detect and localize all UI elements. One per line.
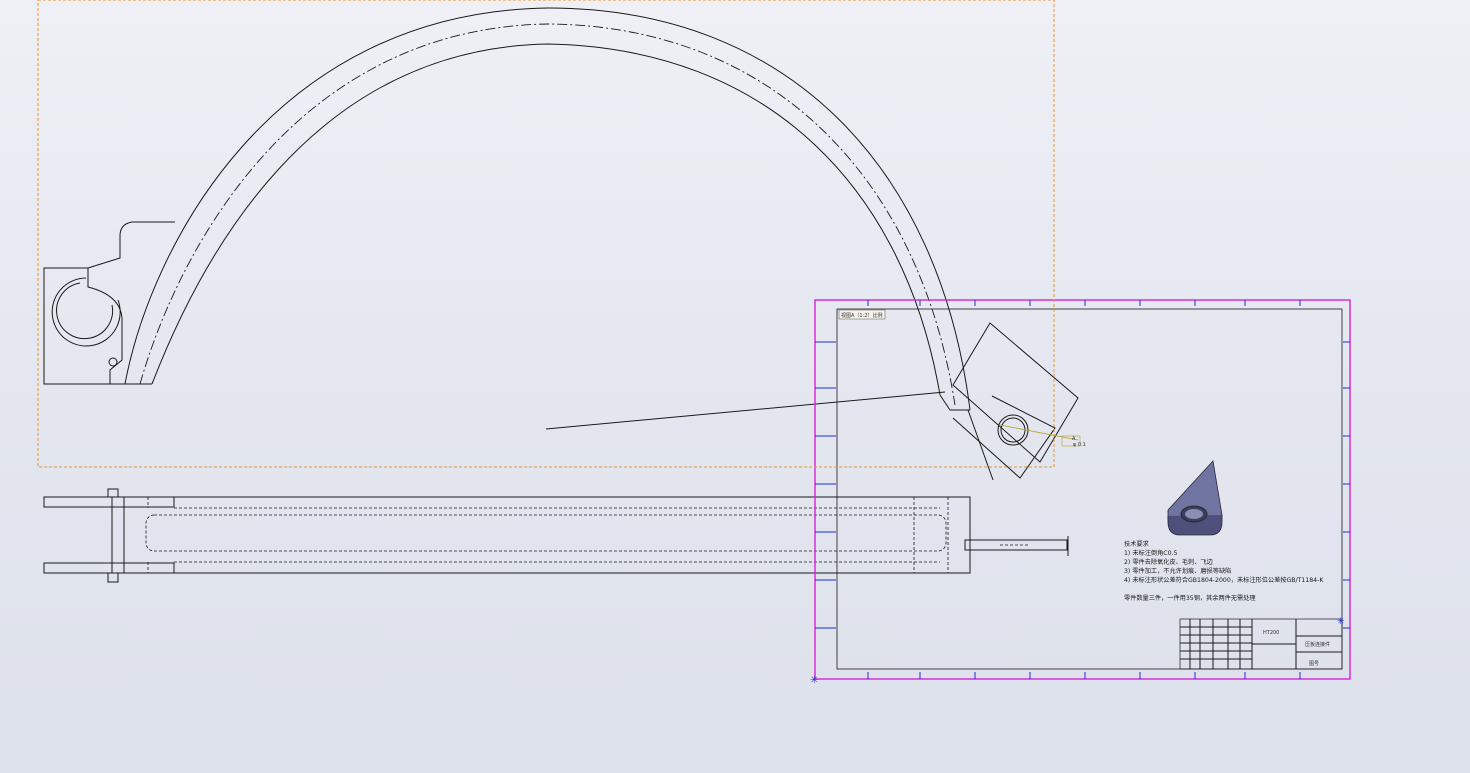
origin-marker-icon: ✳ xyxy=(810,675,818,686)
tolerance-value: φ 0.1 xyxy=(1073,442,1086,448)
notes-item-4: 4) 未标注形状公差符合GB1804-2000，未标注形位公差按GB/T1184… xyxy=(1124,576,1324,584)
section-view-rotated[interactable]: A φ 0.1 xyxy=(952,322,1086,481)
notes-title: 技术要求 xyxy=(1124,540,1149,548)
top-view-long-bar[interactable] xyxy=(43,488,1069,583)
technical-notes: 技术要求 1) 未标注倒角C0.5 2) 零件去除氧化皮、毛刺、飞边 3) 零件… xyxy=(1124,540,1324,602)
sheet-corner-marker-icon: ✳ xyxy=(1337,617,1345,627)
title-block-material: HT200 xyxy=(1263,630,1279,636)
notes-item-2: 2) 零件去除氧化皮、毛刺、飞边 xyxy=(1124,558,1214,566)
drawing-sheet[interactable]: 视图A（1:2）比例 A φ 0.1 技术要求 1) 未标注倒角C0.5 2) … xyxy=(810,299,1351,686)
front-view-arc-part[interactable] xyxy=(43,7,971,411)
isometric-model-preview[interactable] xyxy=(1167,460,1223,536)
notes-item-1: 1) 未标注倒角C0.5 xyxy=(1124,549,1177,557)
notes-item-3: 3) 零件加工，不允许划痕、磨损等缺陷 xyxy=(1124,567,1231,575)
title-block-part-name: 压板连接件 xyxy=(1305,641,1330,648)
sheet-zone-ticks xyxy=(815,300,1350,679)
title-block-drawing-no: 图号 xyxy=(1309,661,1319,667)
quantity-note: 零件数量三件，一件用35钢，其余两件无需处理 xyxy=(1124,594,1256,602)
sheet-tab-label: 视图A（1:2）比例 xyxy=(841,312,882,319)
view-selection-box[interactable] xyxy=(37,0,1055,468)
title-block[interactable]: HT200 压板连接件 图号 xyxy=(1179,618,1343,670)
drawing-canvas[interactable]: 视图A（1:2）比例 A φ 0.1 技术要求 1) 未标注倒角C0.5 2) … xyxy=(0,0,1470,773)
leader-line xyxy=(545,391,946,430)
